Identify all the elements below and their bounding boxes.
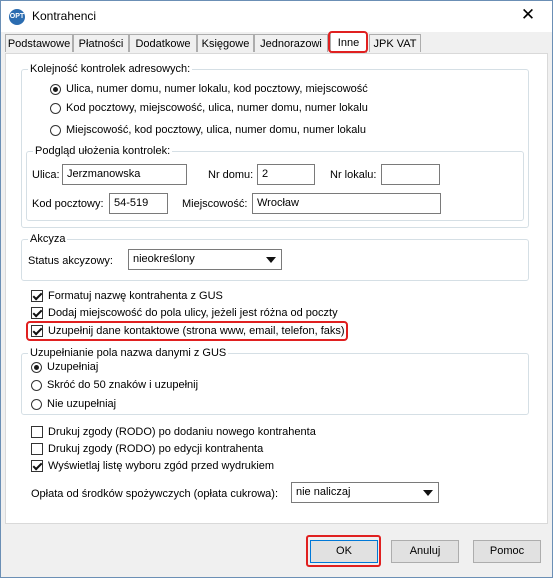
sugar-fee-value: nie naliczaj bbox=[296, 486, 351, 498]
tab-podstawowe[interactable]: Podstawowe bbox=[5, 34, 73, 52]
rodo-print-edit-label: Drukuj zgody (RODO) po edycji kontrahent… bbox=[48, 443, 264, 455]
help-button[interactable]: Pomoc bbox=[473, 540, 541, 563]
fill-contact-data-label: Uzupełnij dane kontaktowe (strona www, e… bbox=[48, 325, 345, 337]
gus-name-legend: Uzupełnianie pola nazwa danymi z GUS bbox=[28, 346, 229, 360]
flat-number-field[interactable] bbox=[381, 164, 440, 185]
preview-legend: Podgląd ułożenia kontrolek: bbox=[33, 144, 173, 158]
title-bar: OPT Kontrahenci ✕ bbox=[1, 1, 552, 32]
tab-inne[interactable]: Inne bbox=[330, 32, 367, 53]
add-city-to-street-checkbox[interactable]: Dodaj miejscowość do pola ulicy, jeżeli … bbox=[31, 305, 338, 321]
rodo-print-new-label: Drukuj zgody (RODO) po dodaniu nowego ko… bbox=[48, 426, 316, 438]
tab-platnosci[interactable]: Płatności bbox=[73, 34, 129, 52]
format-gus-name-checkbox[interactable]: Formatuj nazwę kontrahenta z GUS bbox=[31, 288, 223, 304]
checkbox-checked-icon[interactable] bbox=[31, 460, 43, 473]
address-order-option-2-label: Kod pocztowy, miejscowość, ulica, numer … bbox=[66, 102, 368, 114]
chevron-down-icon[interactable] bbox=[423, 490, 433, 496]
street-label: Ulica: bbox=[32, 169, 60, 181]
city-label: Miejscowość: bbox=[182, 198, 248, 210]
radio-selected-icon[interactable] bbox=[31, 361, 42, 373]
flat-number-label: Nr lokalu: bbox=[330, 169, 377, 181]
gus-option-none[interactable]: Nie uzupełniaj bbox=[31, 396, 116, 412]
house-number-field[interactable]: 2 bbox=[257, 164, 315, 185]
checkbox-icon[interactable] bbox=[31, 426, 43, 439]
gus-option-none-label: Nie uzupełniaj bbox=[47, 398, 117, 410]
consent-list-label: Wyświetlaj listę wyboru zgód przed wydru… bbox=[48, 460, 275, 472]
sugar-fee-dropdown[interactable]: nie naliczaj bbox=[291, 482, 439, 503]
gus-option-truncate[interactable]: Skróć do 50 znaków i uzupełnij bbox=[31, 377, 198, 393]
cancel-button[interactable]: Anuluj bbox=[391, 540, 459, 563]
city-field[interactable]: Wrocław bbox=[252, 193, 441, 214]
close-icon[interactable]: ✕ bbox=[518, 5, 538, 25]
fill-contact-data-checkbox[interactable]: Uzupełnij dane kontaktowe (strona www, e… bbox=[31, 323, 345, 339]
tab-jpk-vat[interactable]: JPK VAT bbox=[369, 34, 421, 52]
radio-selected-icon[interactable] bbox=[50, 83, 61, 95]
checkbox-checked-icon[interactable] bbox=[31, 325, 43, 338]
tab-ksiegowe[interactable]: Księgowe bbox=[197, 34, 254, 52]
gus-option-truncate-label: Skróć do 50 znaków i uzupełnij bbox=[47, 379, 199, 391]
radio-icon[interactable] bbox=[31, 379, 42, 391]
excise-status-value: nieokreślony bbox=[133, 253, 195, 265]
consent-list-checkbox[interactable]: Wyświetlaj listę wyboru zgód przed wydru… bbox=[31, 458, 274, 474]
rodo-print-new-checkbox[interactable]: Drukuj zgody (RODO) po dodaniu nowego ko… bbox=[31, 424, 316, 440]
window-title: Kontrahenci bbox=[32, 9, 97, 23]
rodo-print-edit-checkbox[interactable]: Drukuj zgody (RODO) po edycji kontrahent… bbox=[31, 441, 263, 457]
format-gus-name-label: Formatuj nazwę kontrahenta z GUS bbox=[48, 290, 223, 302]
address-order-option-3-label: Miejscowość, kod pocztowy, ulica, numer … bbox=[66, 124, 366, 136]
address-order-option-2[interactable]: Kod pocztowy, miejscowość, ulica, numer … bbox=[50, 100, 368, 116]
postal-code-label: Kod pocztowy: bbox=[32, 198, 104, 210]
postal-code-field[interactable]: 54-519 bbox=[109, 193, 168, 214]
tab-dodatkowe[interactable]: Dodatkowe bbox=[129, 34, 197, 52]
radio-icon[interactable] bbox=[50, 124, 61, 136]
checkbox-checked-icon[interactable] bbox=[31, 307, 43, 320]
app-logo-icon: OPT bbox=[9, 9, 25, 25]
sugar-fee-label: Opłata od środków spożywczych (opłata cu… bbox=[31, 488, 278, 500]
excise-status-dropdown[interactable]: nieokreślony bbox=[128, 249, 282, 270]
address-order-option-1-label: Ulica, numer domu, numer lokalu, kod poc… bbox=[66, 83, 368, 95]
add-city-to-street-label: Dodaj miejscowość do pola ulicy, jeżeli … bbox=[48, 307, 338, 319]
house-number-label: Nr domu: bbox=[208, 169, 254, 181]
radio-icon[interactable] bbox=[31, 398, 42, 410]
street-field[interactable]: Jerzmanowska bbox=[62, 164, 187, 185]
gus-option-fill-label: Uzupełniaj bbox=[47, 361, 99, 373]
gus-option-fill[interactable]: Uzupełniaj bbox=[31, 359, 98, 375]
excise-legend: Akcyza bbox=[28, 232, 68, 246]
radio-icon[interactable] bbox=[50, 102, 61, 114]
kontrahenci-window: OPT Kontrahenci ✕ Podstawowe Płatności D… bbox=[0, 0, 553, 578]
ok-button[interactable]: OK bbox=[310, 540, 378, 563]
address-order-legend: Kolejność kontrolek adresowych: bbox=[28, 62, 193, 76]
tab-jednorazowi[interactable]: Jednorazowi bbox=[254, 34, 328, 52]
address-order-option-3[interactable]: Miejscowość, kod pocztowy, ulica, numer … bbox=[50, 122, 366, 138]
chevron-down-icon[interactable] bbox=[266, 257, 276, 263]
address-order-option-1[interactable]: Ulica, numer domu, numer lokalu, kod poc… bbox=[50, 81, 368, 97]
checkbox-checked-icon[interactable] bbox=[31, 290, 43, 303]
excise-status-label: Status akcyzowy: bbox=[28, 255, 113, 267]
checkbox-icon[interactable] bbox=[31, 443, 43, 456]
